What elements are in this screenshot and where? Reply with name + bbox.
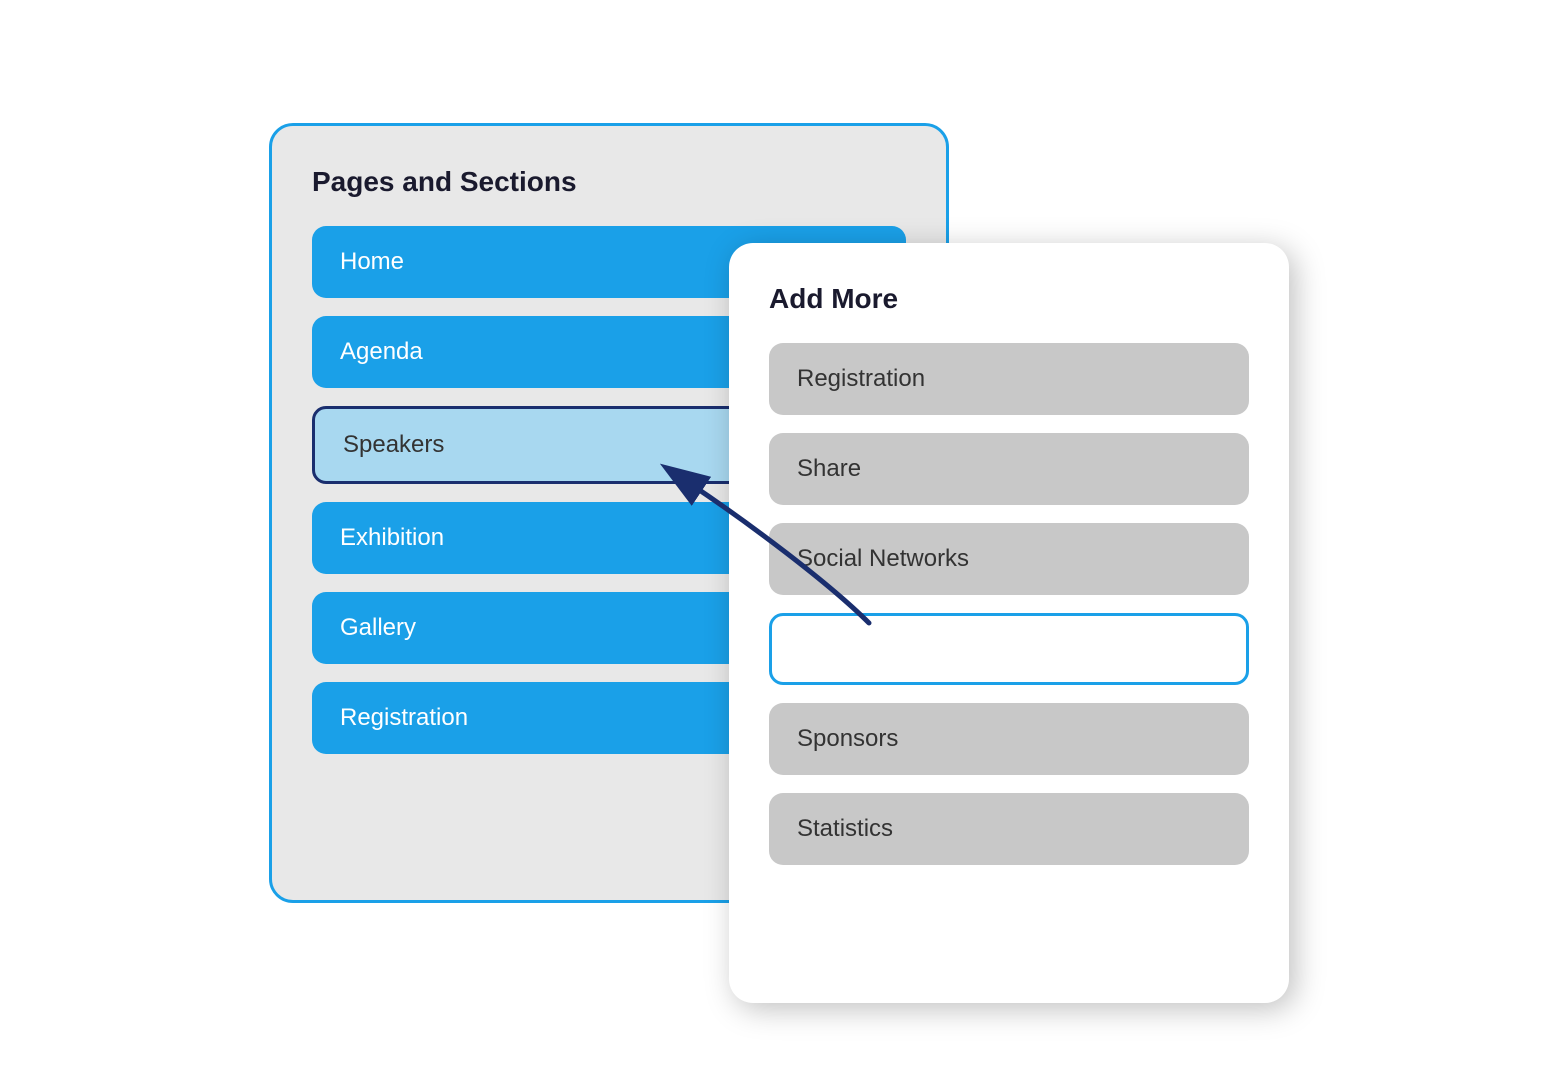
sponsors-item[interactable]: Sponsors — [769, 703, 1249, 775]
empty-item[interactable] — [769, 613, 1249, 685]
right-panel-title: Add More — [769, 283, 1249, 315]
social-networks-item[interactable]: Social Networks — [769, 523, 1249, 595]
statistics-item[interactable]: Statistics — [769, 793, 1249, 865]
right-panel: Add More Registration Share Social Netwo… — [729, 243, 1289, 1003]
scene: Pages and Sections Home Agenda Speakers … — [229, 83, 1329, 983]
share-item[interactable]: Share — [769, 433, 1249, 505]
left-panel-title: Pages and Sections — [312, 166, 906, 198]
registration-add-item[interactable]: Registration — [769, 343, 1249, 415]
